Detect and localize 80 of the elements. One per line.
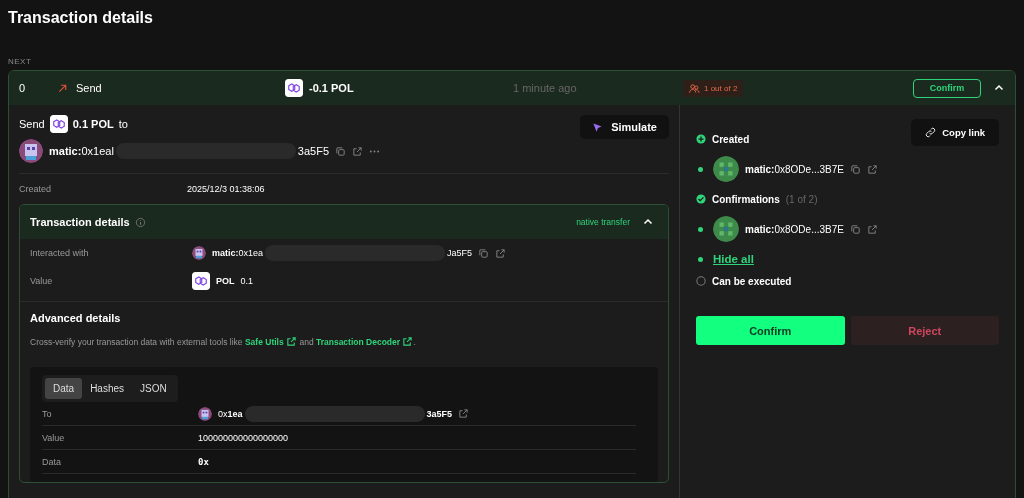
step-label: Created xyxy=(712,133,750,145)
field-value: 2025/12/3 01:38:06 xyxy=(187,184,265,194)
step-label: Confirmations xyxy=(712,193,780,205)
address-text: 3a5F5 xyxy=(297,145,330,157)
people-icon xyxy=(689,82,700,94)
arrow-icon xyxy=(57,82,68,94)
field-label: Created xyxy=(19,184,53,194)
section-title: Advanced details xyxy=(30,312,122,324)
hexagon-logo-icon xyxy=(192,272,210,290)
copy-icon[interactable] xyxy=(849,163,861,175)
send-text: Send xyxy=(19,118,45,130)
timeline-dot xyxy=(698,166,703,172)
tool-link[interactable]: Safe Utils xyxy=(244,337,298,347)
avatar-icon xyxy=(713,216,739,242)
copy-icon[interactable] xyxy=(849,223,861,235)
step-note: (1 of 2) xyxy=(785,193,818,205)
token-symbol: POL xyxy=(216,276,235,286)
external-link-icon[interactable] xyxy=(866,223,878,235)
step-label: Can be executed xyxy=(712,275,792,287)
transaction-header[interactable]: 0 Send -0.1 POL 1 minute ago 1 out of 2 Confirm xyxy=(9,71,1015,105)
description-text: Cross-verify your transaction data with external tools like Safe Utils and Transaction Decoder . xyxy=(30,336,417,347)
details-header[interactable]: Transaction details native transfer xyxy=(20,205,668,239)
address-text: 3a5F5 xyxy=(426,408,453,419)
address-text: 0x1ea xyxy=(218,408,243,419)
external-link-icon[interactable] xyxy=(352,145,364,157)
page-title: Transaction details xyxy=(8,9,154,28)
field-label: Value xyxy=(42,432,66,443)
external-link-icon xyxy=(286,336,298,347)
timeline-dot xyxy=(698,226,703,232)
address-text: matic:0x8ODe...3B7E xyxy=(745,163,844,175)
field-value: 100000000000000000 xyxy=(198,432,289,443)
external-link-icon[interactable] xyxy=(495,247,507,259)
link-icon xyxy=(925,127,937,138)
address-text: Ja5F5 xyxy=(447,248,473,258)
tab[interactable]: Data xyxy=(45,378,83,399)
hexagon-logo-icon xyxy=(285,79,303,97)
hexagon-logo-icon xyxy=(49,115,68,133)
check-circle-icon xyxy=(696,194,706,204)
external-link-icon[interactable] xyxy=(866,163,878,175)
copy-icon[interactable] xyxy=(335,145,347,157)
external-link-icon xyxy=(402,336,414,347)
plus-circle-icon xyxy=(696,134,706,144)
to-text: to xyxy=(118,118,128,130)
field-value: 0.1 xyxy=(240,276,254,286)
tab[interactable]: JSON xyxy=(132,378,175,399)
signers-badge: 1 out of 2 xyxy=(683,79,744,97)
timeline-dot xyxy=(698,256,703,262)
info-icon xyxy=(134,216,146,228)
empty-circle-icon xyxy=(696,276,706,286)
type-text: Send xyxy=(76,82,102,94)
section-label: NEXT xyxy=(8,57,32,66)
field-label: Value xyxy=(30,276,54,286)
avatar-icon xyxy=(192,246,206,260)
nonce-text: 0 xyxy=(19,82,27,94)
field-value: 0x xyxy=(198,456,209,467)
hide-all-link[interactable]: Hide all xyxy=(713,253,754,265)
confirm-button[interactable]: Confirm xyxy=(696,316,845,345)
send-icon xyxy=(592,121,604,133)
avatar-icon xyxy=(713,156,739,182)
field-label: Data xyxy=(42,456,62,467)
copy-icon[interactable] xyxy=(478,247,490,259)
reject-button[interactable]: Reject xyxy=(850,316,999,345)
section-title: Transaction details xyxy=(30,216,130,228)
amount-text: -0.1 POL xyxy=(309,82,354,94)
address-text: matic:0x1ea xyxy=(212,248,264,258)
method-label: native transfer xyxy=(576,217,630,227)
time-text: 1 minute ago xyxy=(513,82,578,94)
avatar-icon xyxy=(198,406,212,421)
address-text: matic:0x8ODe...3B7E xyxy=(745,223,844,235)
tab[interactable]: Hashes xyxy=(82,378,133,399)
avatar-icon xyxy=(19,139,43,163)
copy-link-button[interactable]: Copy link xyxy=(911,119,999,146)
confirm-button[interactable]: Confirm xyxy=(913,78,981,98)
simulate-button[interactable]: Simulate xyxy=(580,115,669,139)
external-link-icon[interactable] xyxy=(458,408,470,419)
tool-link[interactable]: Transaction Decoder xyxy=(315,337,414,347)
field-label: Interacted with xyxy=(30,248,90,258)
amount-text: 0.1 POL xyxy=(72,118,114,130)
field-label: To xyxy=(42,408,53,419)
address-text: matic:0x1eal xyxy=(49,145,114,157)
